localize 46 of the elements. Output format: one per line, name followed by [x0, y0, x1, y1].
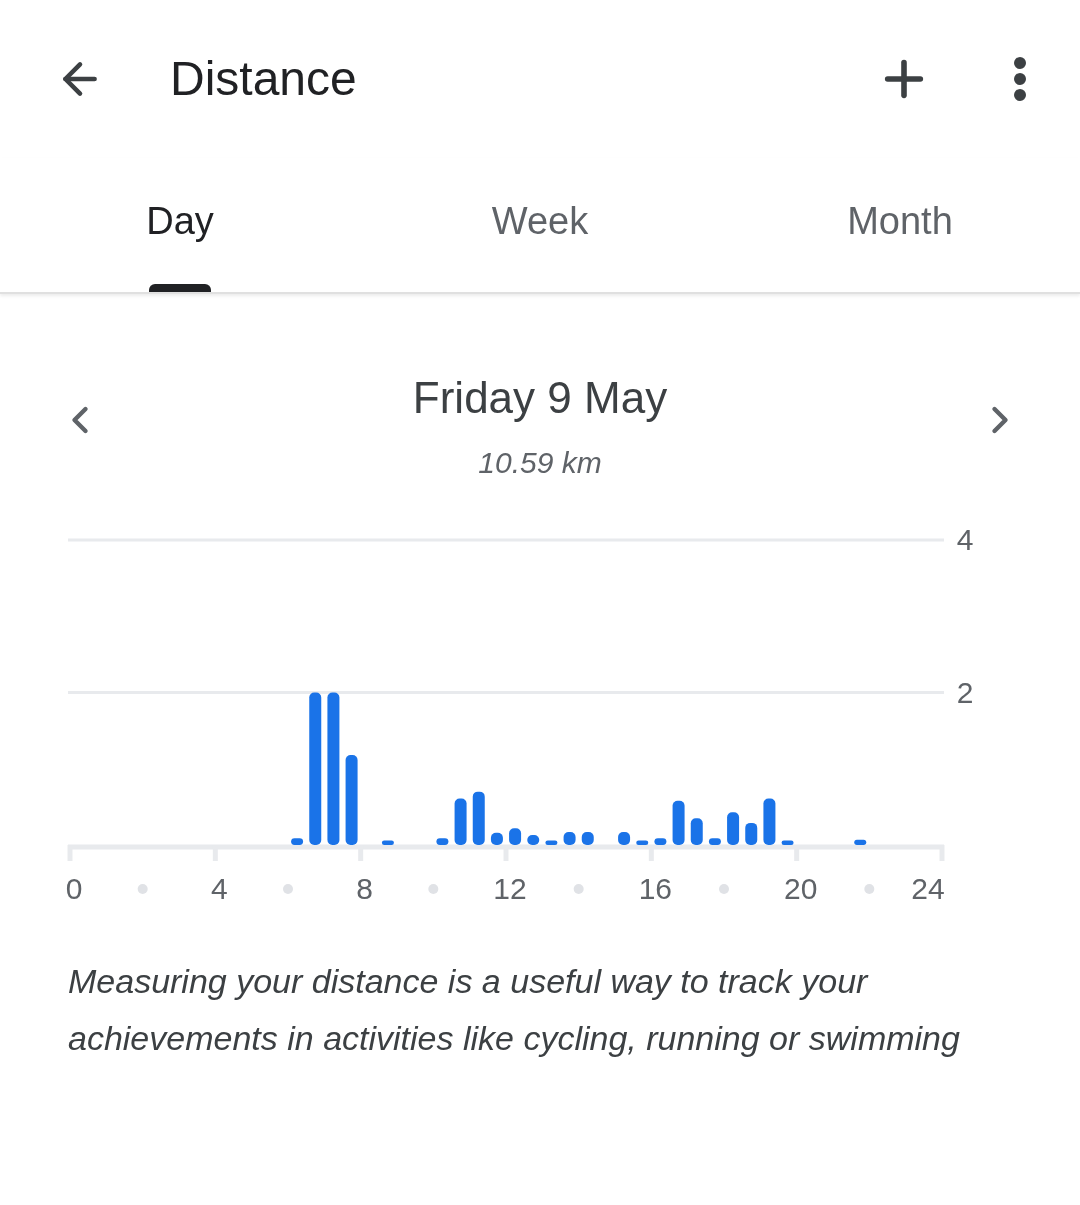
dot-icon [864, 884, 875, 894]
tab-indicator [149, 284, 211, 292]
bar [490, 832, 503, 845]
dot-icon [573, 884, 584, 894]
bar [581, 832, 594, 845]
bar [672, 800, 685, 845]
bar [454, 798, 467, 845]
x-tick-label: 16 [638, 872, 672, 905]
tab[interactable]: Day [0, 158, 360, 292]
x-tick-label: 20 [784, 872, 818, 905]
bar [636, 840, 649, 845]
bar [291, 838, 304, 845]
bar [436, 838, 449, 845]
more-icon [1013, 56, 1027, 102]
x-tick-label: 12 [493, 872, 527, 905]
page-title: Distance [170, 51, 357, 107]
bar [472, 791, 485, 845]
bar [563, 832, 576, 845]
bar [690, 818, 703, 845]
x-tick-label: 4 [211, 872, 228, 905]
bar [763, 798, 776, 845]
bar [381, 840, 394, 845]
bar [854, 839, 867, 845]
bar [527, 835, 540, 845]
description-text: Measuring your distance is a useful way to track your achievements in activities like cycling, running or swimming [68, 961, 961, 1059]
dot-icon [719, 884, 729, 894]
bar [708, 838, 721, 845]
y-tick-label: 2 [956, 675, 974, 709]
x-tick-label: 0 [65, 872, 83, 905]
bar [654, 838, 667, 845]
dot-icon [283, 884, 293, 894]
dot-icon [137, 884, 148, 894]
x-tick-label: 24 [911, 872, 945, 905]
bar [745, 822, 758, 845]
x-tick-label: 8 [356, 872, 373, 905]
bar [781, 840, 794, 845]
date-label: Friday 9 May [412, 372, 668, 424]
total-distance: 10.59 km [478, 445, 602, 481]
bar [618, 832, 631, 845]
tab[interactable]: Month [720, 158, 1080, 292]
bar [509, 828, 522, 845]
bar [545, 840, 558, 845]
tab[interactable]: Week [360, 158, 720, 292]
bar [727, 812, 740, 845]
y-tick-label: 4 [956, 523, 974, 556]
dot-icon [428, 884, 439, 894]
